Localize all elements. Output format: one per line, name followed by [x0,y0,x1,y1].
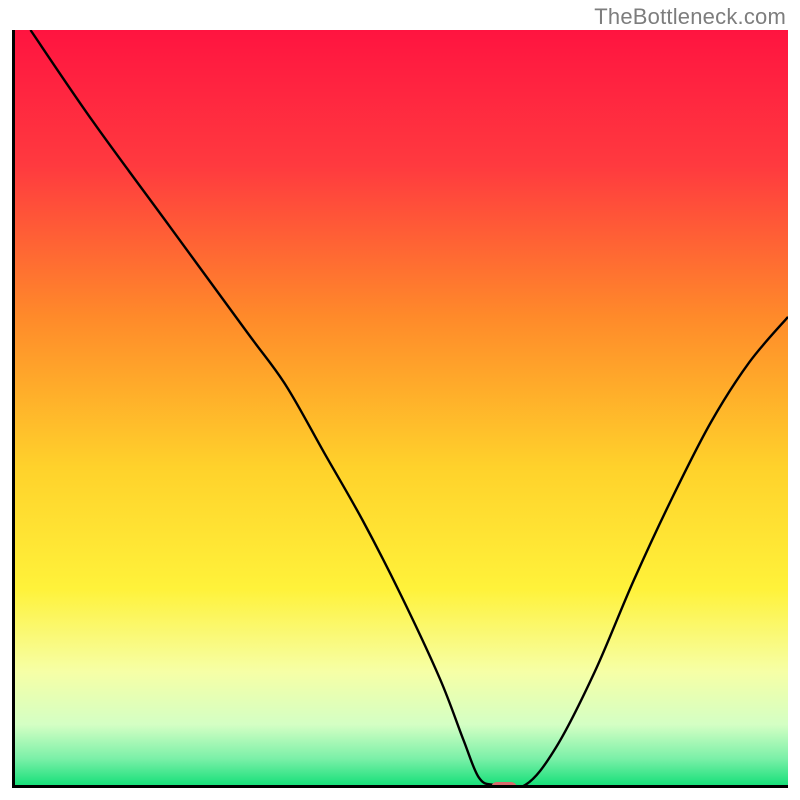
optimum-marker [491,782,517,788]
bottleneck-curve [15,30,788,785]
plot-area [12,30,788,788]
chart-frame: TheBottleneck.com [0,0,800,800]
curve-path [30,30,788,785]
watermark-text: TheBottleneck.com [594,4,786,30]
